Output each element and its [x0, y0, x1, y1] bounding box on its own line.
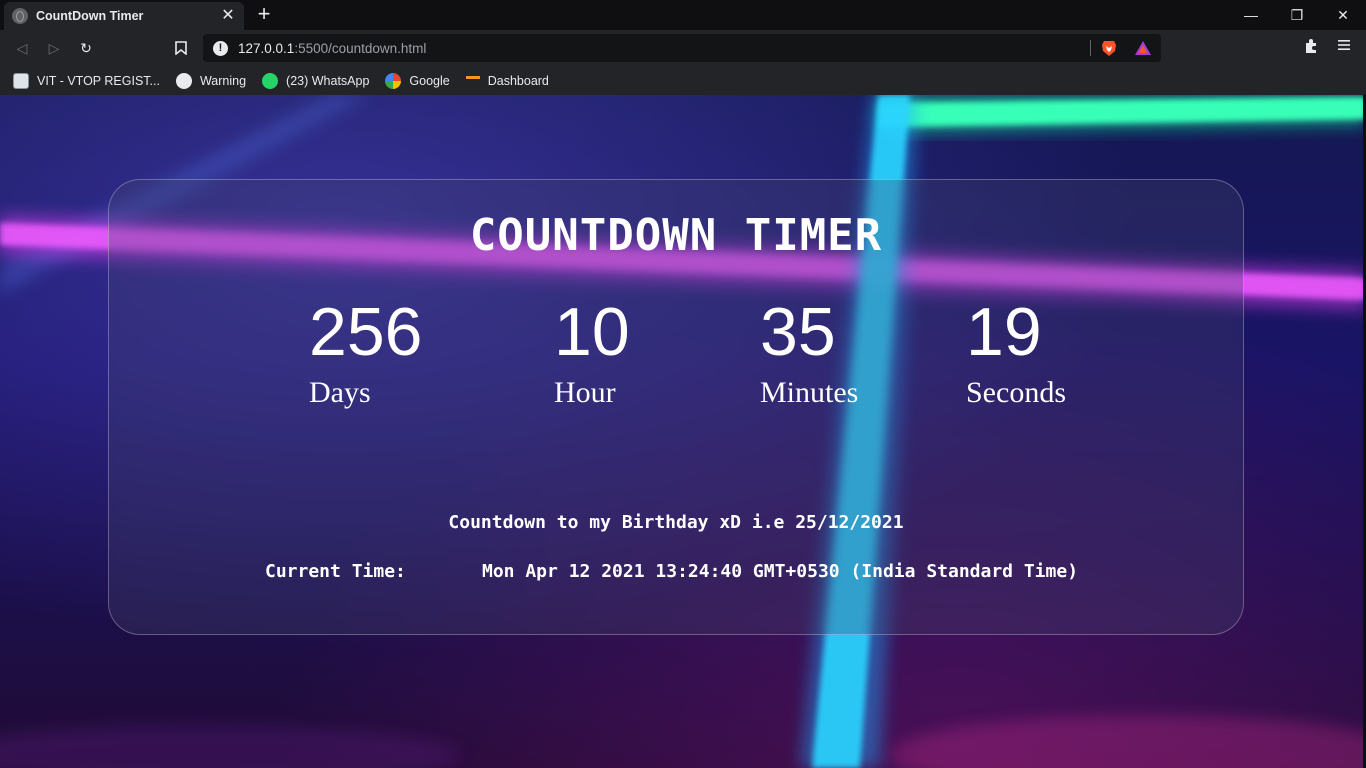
brave-rewards-icon[interactable]	[1134, 39, 1152, 57]
bookmark-warning[interactable]: Warning	[175, 72, 247, 89]
close-icon[interactable]: ✕	[220, 8, 236, 24]
bookmark-vit[interactable]: VIT - VTOP REGIST...	[13, 72, 160, 89]
dashboard-icon	[465, 75, 480, 86]
minutes-label: Minutes	[760, 376, 859, 409]
minutes-value: 35	[760, 294, 836, 370]
bookmark-label: Google	[409, 73, 450, 88]
bookmark-google[interactable]: Google	[385, 72, 450, 89]
days-value: 256	[309, 294, 423, 370]
unit-minutes: 35 Minutes	[760, 298, 858, 408]
countdown-card: COUNTDOWN TIMER 256 Days 10 Hour 35 Minu…	[108, 179, 1244, 635]
window-close-button[interactable]: ✕	[1320, 0, 1366, 30]
current-time-value: Mon Apr 12 2021 13:24:40 GMT+0530 (India…	[482, 561, 1079, 582]
extensions-icon[interactable]	[1302, 38, 1322, 58]
bookmark-page-icon[interactable]	[165, 32, 197, 64]
tab-title: CountDown Timer	[36, 9, 144, 23]
globe-icon	[12, 8, 28, 24]
bookmark-label: Dashboard	[487, 73, 549, 88]
tab-countdown[interactable]: CountDown Timer ✕	[4, 2, 244, 30]
back-button[interactable]: ◁	[6, 32, 38, 64]
globe-icon	[175, 72, 192, 89]
url-path: :5500/countdown.html	[294, 40, 427, 56]
brave-shields-icon[interactable]	[1100, 39, 1118, 57]
bookmark-label: (23) WhatsApp	[286, 73, 370, 88]
page-viewport: COUNTDOWN TIMER 256 Days 10 Hour 35 Minu…	[0, 95, 1366, 768]
bookmark-label: VIT - VTOP REGIST...	[37, 73, 160, 88]
google-icon	[385, 72, 402, 89]
bookmark-whatsapp[interactable]: (23) WhatsApp	[262, 72, 370, 89]
page-title: COUNTDOWN TIMER	[469, 210, 883, 261]
current-time: Current Time: Mon Apr 12 2021 13:24:40 GM…	[265, 561, 1078, 582]
tab-strip: CountDown Timer ✕ + — ❐ ✕	[0, 0, 1366, 30]
forward-button[interactable]: ▷	[38, 32, 70, 64]
menu-icon[interactable]	[1334, 38, 1354, 58]
unit-days: 256 Days	[309, 298, 422, 408]
toolbar: ◁ ▷ ↻ ! 127.0.0.1:5500/countdown.html	[0, 30, 1366, 66]
window-controls: — ❐ ✕	[1228, 0, 1366, 30]
whatsapp-icon	[262, 72, 279, 89]
bookmark-label: Warning	[199, 73, 247, 88]
current-time-label: Current Time:	[265, 561, 406, 582]
url-host: 127.0.0.1	[238, 40, 295, 56]
hours-value: 10	[554, 294, 630, 370]
seconds-value: 19	[966, 294, 1042, 370]
info-icon[interactable]: !	[213, 40, 228, 56]
address-bar[interactable]: ! 127.0.0.1:5500/countdown.html	[203, 34, 1161, 62]
unit-hours: 10 Hour	[554, 298, 630, 408]
unit-seconds: 19 Seconds	[966, 298, 1066, 408]
bookmark-dashboard[interactable]: Dashboard	[465, 73, 549, 88]
reload-button[interactable]: ↻	[70, 32, 102, 64]
minimize-button[interactable]: —	[1228, 0, 1274, 30]
new-tab-button[interactable]: +	[253, 3, 275, 25]
bookmarks-bar: VIT - VTOP REGIST... Warning (23) WhatsA…	[0, 66, 1366, 95]
seconds-label: Seconds	[966, 376, 1066, 409]
hours-label: Hour	[554, 376, 616, 409]
vit-icon	[13, 72, 29, 89]
days-label: Days	[309, 376, 371, 409]
restore-button[interactable]: ❐	[1274, 0, 1320, 30]
omnibox-divider	[1090, 40, 1091, 56]
countdown-target: Countdown to my Birthday xD i.e 25/12/20…	[448, 512, 904, 533]
